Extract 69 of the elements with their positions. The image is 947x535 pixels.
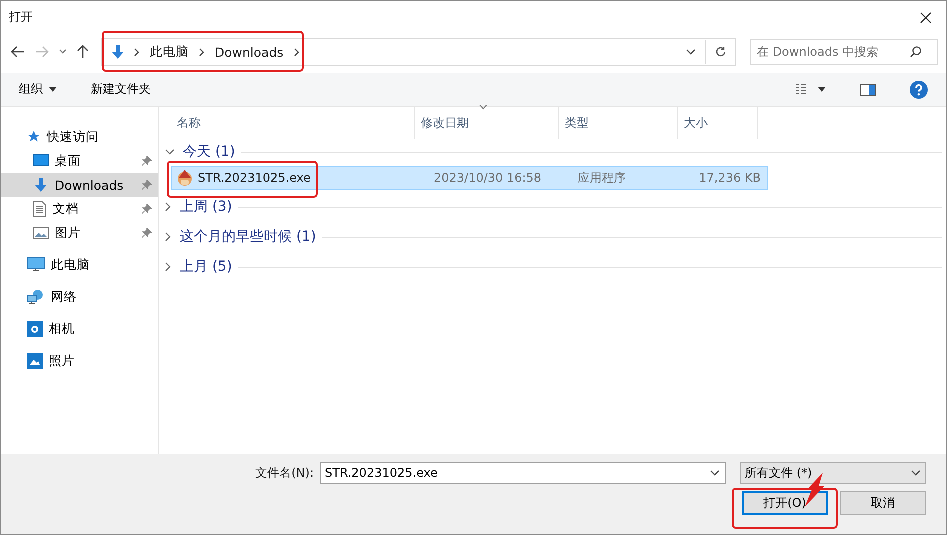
breadcrumb[interactable]: Downloads xyxy=(213,44,286,60)
sort-caret-icon xyxy=(479,105,488,110)
desktop-icon xyxy=(33,154,49,168)
date-cell-text: 2023/10/30 16:58 xyxy=(433,171,543,185)
file-name: STR.20231025.exe xyxy=(198,171,311,185)
file-name-label: 文件名(N): xyxy=(256,464,314,482)
camera-icon xyxy=(27,321,43,337)
download-icon xyxy=(33,177,49,193)
group-header[interactable]: 今天 (1) xyxy=(165,143,236,161)
photos-icon xyxy=(27,353,43,369)
cancel-button[interactable]: 取消 xyxy=(840,491,926,515)
app-icon xyxy=(176,169,194,187)
help-icon xyxy=(910,80,928,98)
chevron-down-icon xyxy=(165,148,175,156)
back-button[interactable] xyxy=(9,44,27,60)
sidebar-item[interactable]: Downloads xyxy=(1,173,158,197)
column-header[interactable]: 修改日期 xyxy=(415,107,559,139)
chevron-down-icon xyxy=(911,470,921,476)
chevron-down-icon xyxy=(710,470,720,476)
sidebar-item[interactable]: 文档 xyxy=(1,197,158,221)
column-header[interactable]: 类型 xyxy=(559,107,678,139)
window-title: 打开 xyxy=(9,9,33,26)
caret-icon xyxy=(49,87,57,92)
document-icon xyxy=(33,201,47,217)
network-icon xyxy=(27,289,45,305)
caret-icon xyxy=(818,87,826,92)
computer-icon xyxy=(27,257,45,273)
back-arrow-icon xyxy=(11,46,25,58)
group-header[interactable]: 这个月的早些时候 (1) xyxy=(165,228,316,246)
sidebar-item[interactable]: 快速访问 xyxy=(1,125,158,149)
new-folder-button[interactable]: 新建文件夹 xyxy=(85,79,157,100)
file-row[interactable]: STR.20231025.exe 2023/10/30 16:58 应用程序 17,236 KB xyxy=(171,166,768,190)
pictures-icon xyxy=(33,226,49,240)
chevron-right-icon xyxy=(165,202,172,212)
search-icon xyxy=(910,46,922,58)
column-header[interactable]: 大小 xyxy=(678,107,758,139)
group-header[interactable]: 上周 (3) xyxy=(165,198,232,216)
sidebar-item[interactable]: 网络 xyxy=(1,285,158,309)
chevron-right-icon xyxy=(134,48,140,56)
close-icon xyxy=(920,12,932,24)
chevron-right-icon xyxy=(199,48,205,56)
download-icon xyxy=(110,44,126,60)
open-button[interactable]: 打开(O) xyxy=(742,491,828,515)
column-header[interactable]: 名称 xyxy=(159,107,415,139)
sidebar-item[interactable]: 图片 xyxy=(1,221,158,245)
sidebar-item[interactable]: 桌面 xyxy=(1,149,158,173)
sidebar-item[interactable]: 照片 xyxy=(1,349,158,373)
type-cell-text: 应用程序 xyxy=(577,170,627,186)
forward-arrow-icon xyxy=(35,46,49,58)
up-button[interactable] xyxy=(75,43,91,61)
file-type-dropdown[interactable]: 所有文件 (*) xyxy=(740,462,926,484)
size-cell-text: 17,236 KB xyxy=(698,171,762,185)
sidebar-item[interactable]: 此电脑 xyxy=(1,253,158,277)
refresh-icon xyxy=(714,46,726,58)
address-bar[interactable]: 此电脑 Downloads xyxy=(101,38,736,66)
file-name-field[interactable]: STR.20231025.exe xyxy=(320,462,726,484)
preview-pane-icon xyxy=(860,84,876,96)
up-arrow-icon xyxy=(77,45,89,59)
chevron-down-icon xyxy=(59,49,67,55)
chevron-right-icon xyxy=(165,232,172,242)
chevron-right-icon xyxy=(165,262,172,272)
group-header[interactable]: 上月 (5) xyxy=(165,258,232,276)
chevron-right-icon xyxy=(294,48,300,56)
sidebar-item[interactable]: 相机 xyxy=(1,317,158,341)
chevron-down-icon xyxy=(686,49,696,55)
organize-menu[interactable]: 组织 xyxy=(13,79,63,100)
breadcrumb[interactable]: 此电脑 xyxy=(148,44,191,60)
star-icon xyxy=(27,130,41,144)
search-field[interactable]: 在 Downloads 中搜索 xyxy=(750,39,938,65)
